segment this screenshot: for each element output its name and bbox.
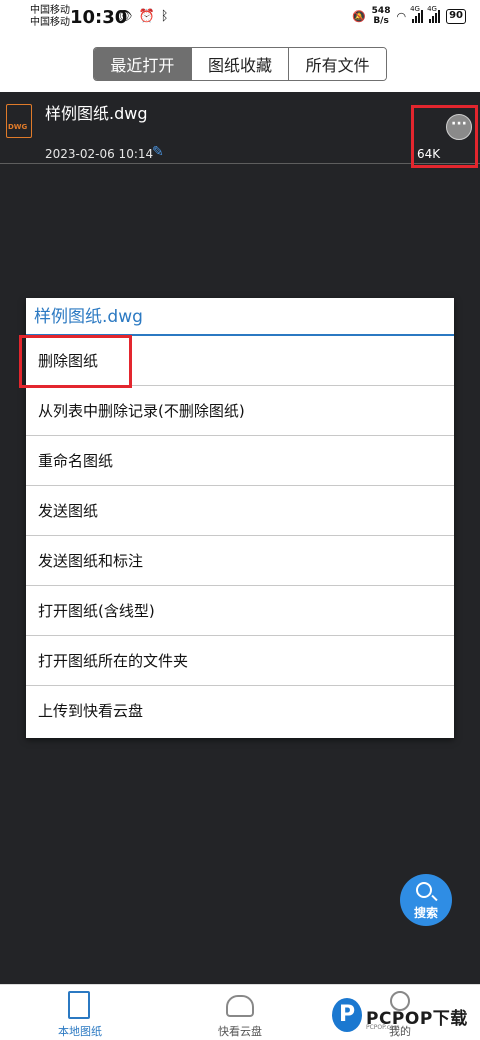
menu-item-open-folder[interactable]: 打开图纸所在的文件夹 [26, 636, 454, 686]
segmented-control: 最近打开 图纸收藏 所有文件 [93, 47, 387, 81]
menu-item-upload-cloud[interactable]: 上传到快看云盘 [26, 686, 454, 736]
tab-favorites[interactable]: 图纸收藏 [191, 48, 290, 80]
bluetooth-icon: ᛒ [160, 9, 169, 24]
tab-recent[interactable]: 最近打开 [94, 48, 192, 80]
file-name: 样例图纸.dwg [45, 104, 148, 123]
file-date: 2023-02-06 10:14 [45, 147, 154, 161]
eye-icon: 👁 [116, 9, 133, 24]
carrier-2: 中国移动 [30, 17, 70, 28]
wifi-icon: ◠ [396, 9, 407, 23]
status-icons: 👁 ⏰ ᛒ [116, 9, 169, 24]
menu-item-open-with-linetype[interactable]: 打开图纸(含线型) [26, 586, 454, 636]
signal-icon-2: 4G [427, 5, 441, 23]
document-icon [68, 991, 90, 1019]
watermark-sub: PCPOP.com [366, 1024, 400, 1031]
file-list-item[interactable]: DWG 样例图纸.dwg 2023-02-06 10:14 ✎ ··· 64K [0, 92, 480, 164]
pencil-icon[interactable]: ✎ [152, 144, 164, 160]
menu-item-remove-record[interactable]: 从列表中删除记录(不删除图纸) [26, 386, 454, 436]
carrier-1: 中国移动 [30, 5, 70, 16]
watermark: P PCPOP下载 PCPOP.com [328, 996, 480, 1036]
highlight-box-more [411, 105, 478, 168]
status-right: 🔕 548 B/s ◠ 4G 4G 90 [351, 5, 466, 26]
menu-item-send[interactable]: 发送图纸 [26, 486, 454, 536]
menu-title: 样例图纸.dwg [26, 298, 454, 336]
search-icon [416, 882, 432, 898]
menu-item-send-with-notes[interactable]: 发送图纸和标注 [26, 536, 454, 586]
highlight-box-delete [19, 335, 132, 388]
nav-local-drawings[interactable]: 本地图纸 [25, 985, 135, 1040]
search-button[interactable]: 搜索 [400, 874, 452, 926]
battery-icon: 90 [446, 8, 466, 24]
dwg-file-icon: DWG [6, 104, 32, 138]
watermark-logo: P [332, 998, 362, 1032]
signal-icon: 4G [410, 5, 424, 23]
cloud-icon [226, 995, 254, 1017]
status-bar: 中国移动 中国移动 10:30 👁 ⏰ ᛒ 🔕 548 B/s ◠ 4G 4G … [0, 0, 480, 36]
search-label: 搜索 [413, 906, 438, 920]
menu-item-rename[interactable]: 重命名图纸 [26, 436, 454, 486]
nav-cloud-drive[interactable]: 快看云盘 [185, 985, 295, 1040]
top-tab-bar: 最近打开 图纸收藏 所有文件 [0, 36, 480, 92]
carrier-labels: 中国移动 中国移动 [30, 5, 70, 29]
alarm-icon: ⏰ [138, 9, 155, 24]
mute-icon: 🔕 [351, 9, 366, 23]
network-speed: 548 B/s [371, 6, 391, 26]
tab-all-files[interactable]: 所有文件 [289, 48, 386, 80]
